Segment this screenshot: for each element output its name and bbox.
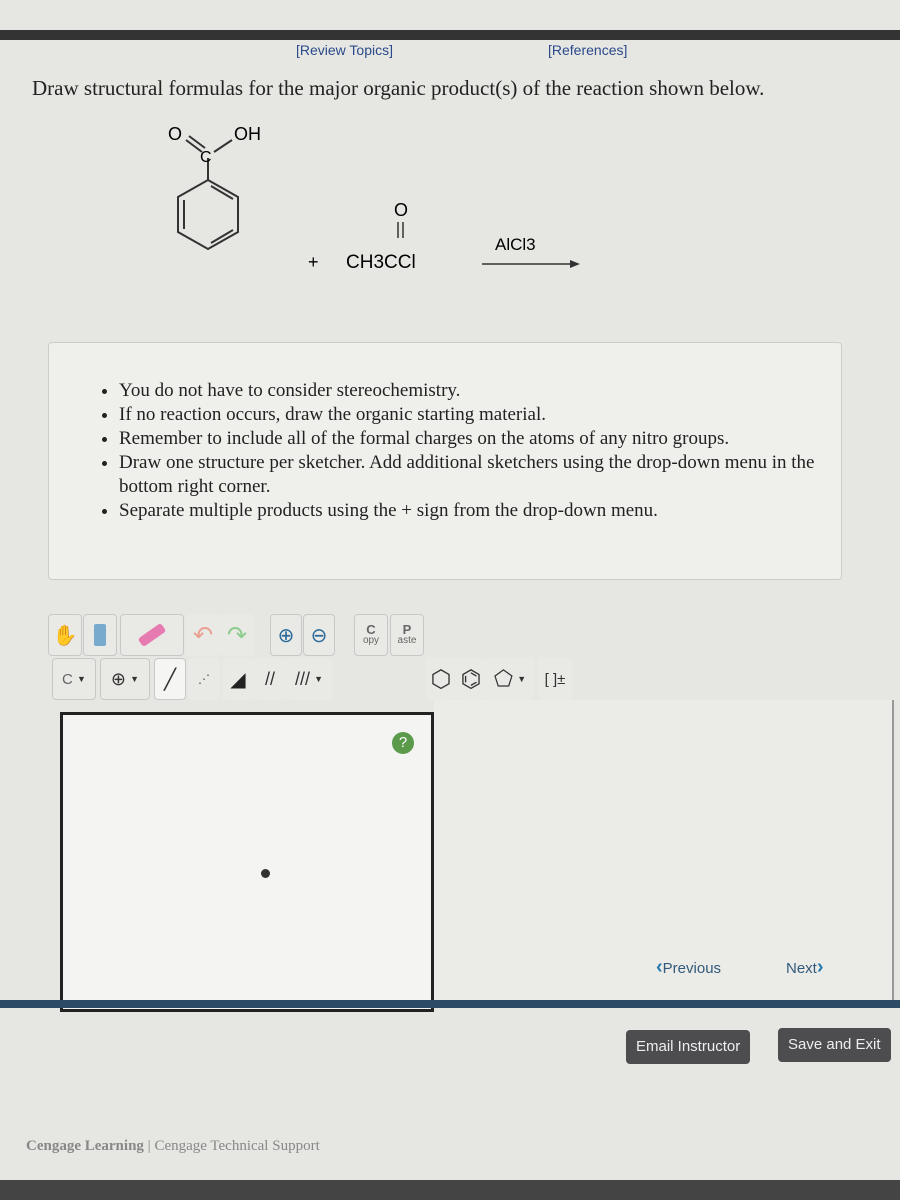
header-links: [Review Topics] [References] bbox=[0, 40, 900, 62]
zoom-out-icon: ⊖ bbox=[310, 624, 328, 647]
carboxyl-o: O bbox=[168, 124, 182, 144]
reagent-label: AlCl3 bbox=[495, 235, 536, 254]
redo-button[interactable]: ↷ bbox=[220, 614, 254, 656]
chevron-down-icon: ▼ bbox=[314, 674, 324, 684]
erase-all-button[interactable] bbox=[83, 614, 117, 656]
paste-button[interactable]: Paste bbox=[390, 614, 424, 656]
note-item: Remember to include all of the formal ch… bbox=[119, 427, 821, 451]
undo-icon: ↶ bbox=[192, 621, 214, 649]
chevron-down-icon: ▼ bbox=[77, 674, 86, 684]
question-text: Draw structural formulas for the major o… bbox=[32, 76, 765, 100]
benzene-icon: ⌬ bbox=[460, 665, 482, 693]
undo-button[interactable]: ↶ bbox=[186, 614, 220, 656]
bottom-edge bbox=[0, 1180, 900, 1200]
support-link[interactable]: Cengage Technical Support bbox=[154, 1138, 319, 1154]
previous-button[interactable]: ‹Previous bbox=[656, 956, 721, 979]
hand-tool-button[interactable]: ✋ bbox=[48, 614, 82, 656]
eraser-button[interactable] bbox=[120, 614, 184, 656]
divider-bar bbox=[0, 1000, 900, 1008]
acyl-o: O bbox=[394, 200, 408, 220]
chevron-left-icon: ‹ bbox=[656, 956, 663, 978]
note-item: Draw one structure per sketcher. Add add… bbox=[119, 451, 821, 499]
review-topics-link[interactable]: [Review Topics] bbox=[296, 42, 393, 58]
triple-bond-icon: /// bbox=[294, 668, 310, 689]
eraser-icon bbox=[137, 622, 167, 648]
chevron-down-icon: ▼ bbox=[130, 674, 140, 684]
sketcher-canvas[interactable] bbox=[60, 712, 434, 1012]
benzene-button[interactable]: ⌬ bbox=[456, 658, 486, 700]
chevron-right-icon: › bbox=[816, 956, 824, 978]
double-bond-icon: // bbox=[264, 668, 275, 689]
carboxyl-oh: OH bbox=[234, 124, 261, 144]
charge-select[interactable]: ⊕ ▼ bbox=[100, 658, 150, 700]
next-button[interactable]: Next› bbox=[786, 956, 824, 979]
plus-charge-icon: ⊕ bbox=[110, 668, 126, 689]
cengage-link[interactable]: Cengage Learning bbox=[26, 1138, 144, 1154]
triple-bond-button[interactable]: /// ▼ bbox=[286, 658, 332, 700]
top-bar bbox=[0, 30, 900, 40]
carboxyl-c: C bbox=[200, 149, 212, 166]
cyclohexane-button[interactable]: ⬡ bbox=[426, 658, 456, 700]
wedge-bond-icon: ◢ bbox=[230, 668, 246, 691]
spray-bottle-icon bbox=[94, 624, 106, 646]
zoom-in-button[interactable]: ⊕ bbox=[270, 614, 302, 656]
double-bond-button[interactable]: // bbox=[254, 658, 286, 700]
hand-icon: ✋ bbox=[52, 624, 78, 647]
side-panel bbox=[434, 700, 894, 1000]
chevron-down-icon: ▼ bbox=[517, 674, 527, 684]
reaction-scheme: O C OH + O CH3CCl AlCl3 bbox=[168, 124, 580, 273]
redo-icon: ↷ bbox=[226, 621, 248, 649]
single-bond-icon: ╱ bbox=[163, 668, 177, 691]
wedge-bond-button[interactable]: ◢ bbox=[222, 658, 254, 700]
cursor-dot bbox=[261, 869, 270, 878]
hashed-bond-icon: ⋰ bbox=[198, 672, 210, 686]
copy-button[interactable]: Copy bbox=[354, 614, 388, 656]
zoom-out-button[interactable]: ⊖ bbox=[303, 614, 335, 656]
email-instructor-button[interactable]: Email Instructor bbox=[626, 1030, 751, 1064]
acetyl-chloride: CH3CCl bbox=[346, 252, 416, 273]
footer: Cengage Learning | Cengage Technical Sup… bbox=[26, 1138, 320, 1154]
bracket-charge-button[interactable]: [ ]± bbox=[538, 658, 572, 700]
note-item: Separate multiple products using the + s… bbox=[119, 499, 821, 523]
zoom-in-icon: ⊕ bbox=[277, 624, 295, 647]
element-select[interactable]: C ▼ bbox=[52, 658, 96, 700]
note-item: If no reaction occurs, draw the organic … bbox=[119, 403, 821, 427]
references-link[interactable]: [References] bbox=[548, 42, 627, 58]
help-button[interactable]: ? bbox=[392, 732, 414, 754]
pentagon-icon: ⬠ bbox=[493, 666, 514, 691]
plus-sign: + bbox=[308, 252, 319, 272]
cyclopentane-button[interactable]: ⬠ ▼ bbox=[486, 658, 534, 700]
single-bond-button[interactable]: ╱ bbox=[154, 658, 186, 700]
hexagon-icon: ⬡ bbox=[430, 665, 452, 693]
save-and-exit-button[interactable]: Save and Exit bbox=[778, 1028, 891, 1062]
hashed-bond-button[interactable]: ⋰ bbox=[188, 658, 220, 700]
note-item: You do not have to consider stereochemis… bbox=[119, 379, 821, 403]
instructions-box: You do not have to consider stereochemis… bbox=[48, 342, 842, 580]
